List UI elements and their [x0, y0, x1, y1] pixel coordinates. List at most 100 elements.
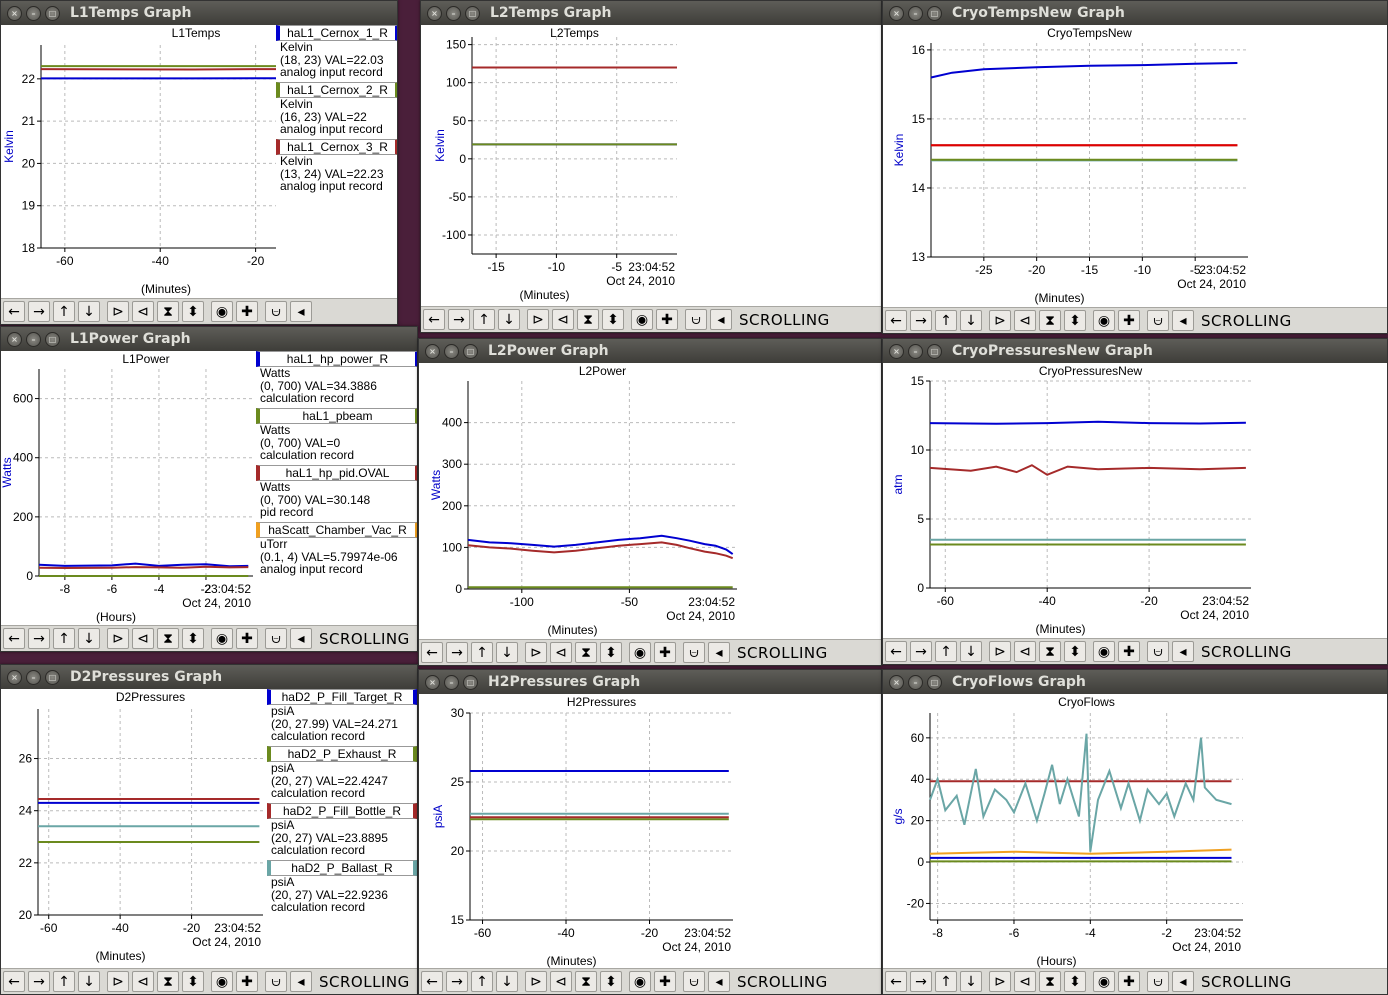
- zoom-out-vertical-icon[interactable]: ⬍: [600, 971, 622, 992]
- print-icon[interactable]: ◂: [290, 971, 312, 992]
- add-icon[interactable]: ✚: [236, 301, 258, 322]
- add-icon[interactable]: ✚: [656, 309, 678, 330]
- zoom-out-vertical-icon[interactable]: ⬍: [182, 628, 204, 649]
- legend-series-name[interactable]: haL1_hp_pid.OVAL: [256, 465, 417, 481]
- zoom-out-vertical-icon[interactable]: ⬍: [182, 971, 204, 992]
- legend-entry[interactable]: haL1_Cernox_2_R Kelvin (16, 23) VAL=22 anal…: [276, 82, 397, 139]
- close-icon[interactable]: ×: [889, 5, 904, 21]
- zoom-in-vertical-icon[interactable]: ⧗: [577, 309, 599, 330]
- arrow-right-icon[interactable]: →: [910, 971, 932, 992]
- add-icon[interactable]: ✚: [236, 628, 258, 649]
- add-icon[interactable]: ✚: [236, 971, 258, 992]
- zoom-out-vertical-icon[interactable]: ⬍: [1064, 641, 1086, 662]
- config-icon[interactable]: ⩁: [265, 301, 287, 322]
- add-icon[interactable]: ✚: [654, 971, 676, 992]
- arrow-right-icon[interactable]: →: [28, 628, 50, 649]
- arrow-right-icon[interactable]: →: [910, 641, 932, 662]
- zoom-out-vertical-icon[interactable]: ⬍: [182, 301, 204, 322]
- window-titlebar[interactable]: × – □ L1Temps Graph: [1, 1, 397, 25]
- zoom-out-horizontal-icon[interactable]: ⊲: [552, 309, 574, 330]
- zoom-out-horizontal-icon[interactable]: ⊲: [1014, 310, 1036, 331]
- add-icon[interactable]: ✚: [1118, 641, 1140, 662]
- zoom-out-horizontal-icon[interactable]: ⊲: [550, 971, 572, 992]
- legend-entry[interactable]: haD2_P_Fill_Target_R psiA (20, 27.99) VAL=…: [267, 689, 417, 746]
- maximize-icon[interactable]: □: [927, 674, 942, 690]
- reset-icon[interactable]: ◉: [1093, 971, 1115, 992]
- arrow-down-icon[interactable]: ↓: [78, 301, 100, 322]
- zoom-out-vertical-icon[interactable]: ⬍: [600, 642, 622, 663]
- minimize-icon[interactable]: –: [908, 674, 923, 690]
- zoom-out-vertical-icon[interactable]: ⬍: [602, 309, 624, 330]
- print-icon[interactable]: ◂: [710, 309, 732, 330]
- print-icon[interactable]: ◂: [290, 628, 312, 649]
- arrow-right-icon[interactable]: →: [28, 301, 50, 322]
- legend-series-name[interactable]: haL1_Cernox_1_R: [276, 25, 397, 41]
- add-icon[interactable]: ✚: [1118, 971, 1140, 992]
- reset-icon[interactable]: ◉: [1093, 641, 1115, 662]
- zoom-in-vertical-icon[interactable]: ⧗: [157, 628, 179, 649]
- arrow-down-icon[interactable]: ↓: [78, 971, 100, 992]
- zoom-in-vertical-icon[interactable]: ⧗: [157, 971, 179, 992]
- close-icon[interactable]: ×: [7, 5, 22, 21]
- maximize-icon[interactable]: □: [463, 343, 478, 359]
- legend-entry[interactable]: haL1_hp_pid.OVAL Watts (0, 700) VAL=30.148…: [256, 465, 417, 522]
- zoom-in-vertical-icon[interactable]: ⧗: [1039, 971, 1061, 992]
- legend-entry[interactable]: haL1_Cernox_1_R Kelvin (18, 23) VAL=22.03 a…: [276, 25, 397, 82]
- config-icon[interactable]: ⩁: [1147, 971, 1169, 992]
- arrow-up-icon[interactable]: ↑: [471, 642, 493, 663]
- maximize-icon[interactable]: □: [45, 669, 60, 685]
- reset-icon[interactable]: ◉: [1093, 310, 1115, 331]
- arrow-right-icon[interactable]: →: [28, 971, 50, 992]
- reset-icon[interactable]: ◉: [211, 628, 233, 649]
- arrow-left-icon[interactable]: ←: [885, 641, 907, 662]
- zoom-out-vertical-icon[interactable]: ⬍: [1064, 971, 1086, 992]
- arrow-up-icon[interactable]: ↑: [935, 310, 957, 331]
- zoom-out-horizontal-icon[interactable]: ⊲: [1014, 971, 1036, 992]
- zoom-in-vertical-icon[interactable]: ⧗: [1039, 310, 1061, 331]
- minimize-icon[interactable]: –: [26, 669, 41, 685]
- print-icon[interactable]: ◂: [1172, 971, 1194, 992]
- zoom-out-vertical-icon[interactable]: ⬍: [1064, 310, 1086, 331]
- zoom-in-horizontal-icon[interactable]: ⊳: [527, 309, 549, 330]
- arrow-down-icon[interactable]: ↓: [960, 971, 982, 992]
- arrow-left-icon[interactable]: ←: [885, 310, 907, 331]
- minimize-icon[interactable]: –: [444, 674, 459, 690]
- close-icon[interactable]: ×: [427, 5, 442, 21]
- arrow-down-icon[interactable]: ↓: [78, 628, 100, 649]
- add-icon[interactable]: ✚: [654, 642, 676, 663]
- zoom-in-horizontal-icon[interactable]: ⊳: [525, 642, 547, 663]
- arrow-left-icon[interactable]: ←: [3, 301, 25, 322]
- legend-entry[interactable]: haL1_pbeam Watts (0, 700) VAL=0 calculation…: [256, 408, 417, 465]
- legend-entry[interactable]: haL1_hp_power_R Watts (0, 700) VAL=34.3886…: [256, 351, 417, 408]
- reset-icon[interactable]: ◉: [629, 642, 651, 663]
- window-titlebar[interactable]: × – □ H2Pressures Graph: [419, 670, 881, 694]
- legend-series-name[interactable]: haD2_P_Fill_Bottle_R: [267, 803, 417, 819]
- close-icon[interactable]: ×: [7, 331, 22, 347]
- zoom-in-horizontal-icon[interactable]: ⊳: [989, 971, 1011, 992]
- legend-series-name[interactable]: haL1_Cernox_3_R: [276, 139, 397, 155]
- print-icon[interactable]: ◂: [1172, 310, 1194, 331]
- arrow-down-icon[interactable]: ↓: [498, 309, 520, 330]
- arrow-up-icon[interactable]: ↑: [53, 301, 75, 322]
- maximize-icon[interactable]: □: [927, 343, 942, 359]
- legend-series-name[interactable]: haL1_pbeam: [256, 408, 417, 424]
- minimize-icon[interactable]: –: [26, 331, 41, 347]
- zoom-in-vertical-icon[interactable]: ⧗: [575, 971, 597, 992]
- config-icon[interactable]: ⩁: [1147, 641, 1169, 662]
- arrow-up-icon[interactable]: ↑: [471, 971, 493, 992]
- arrow-up-icon[interactable]: ↑: [935, 641, 957, 662]
- minimize-icon[interactable]: –: [444, 343, 459, 359]
- maximize-icon[interactable]: □: [45, 331, 60, 347]
- config-icon[interactable]: ⩁: [685, 309, 707, 330]
- add-icon[interactable]: ✚: [1118, 310, 1140, 331]
- zoom-in-horizontal-icon[interactable]: ⊳: [107, 301, 129, 322]
- legend-entry[interactable]: haD2_P_Exhaust_R psiA (20, 27) VAL=22.4247…: [267, 746, 417, 803]
- legend-entry[interactable]: haScatt_Chamber_Vac_R uTorr (0.1, 4) VAL=5…: [256, 522, 417, 579]
- legend-series-name[interactable]: haScatt_Chamber_Vac_R: [256, 522, 417, 538]
- minimize-icon[interactable]: –: [446, 5, 461, 21]
- window-titlebar[interactable]: × – □ L1Power Graph: [1, 327, 417, 351]
- zoom-in-vertical-icon[interactable]: ⧗: [575, 642, 597, 663]
- arrow-up-icon[interactable]: ↑: [935, 971, 957, 992]
- arrow-right-icon[interactable]: →: [446, 642, 468, 663]
- legend-entry[interactable]: haD2_P_Fill_Bottle_R psiA (20, 27) VAL=23.…: [267, 803, 417, 860]
